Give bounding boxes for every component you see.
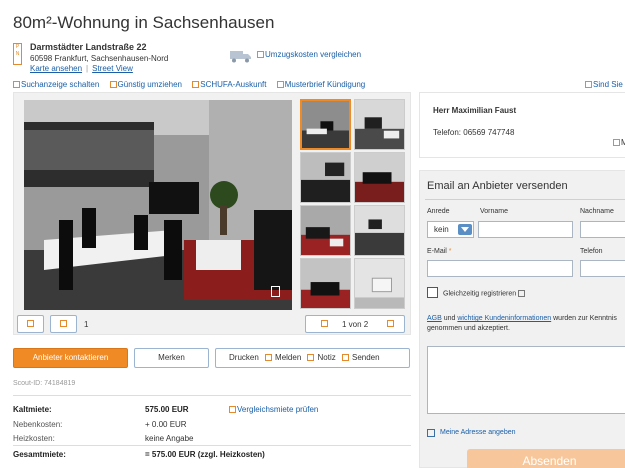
divider: [13, 395, 411, 396]
gallery-prev-button[interactable]: [17, 315, 44, 333]
anrede-select[interactable]: kein: [427, 221, 474, 238]
prev-icon: [27, 320, 34, 327]
main-photo[interactable]: [24, 100, 292, 310]
chevron-down-icon: [458, 224, 472, 235]
pager-prev-icon[interactable]: [321, 320, 328, 327]
agb-text: AGB und wichtige Kundeninformationen wur…: [427, 315, 617, 332]
checkbox-icon: [585, 81, 592, 89]
checkbox-icon: [276, 81, 284, 89]
nebenkosten-value: + 0.00 EUR: [145, 420, 187, 429]
gallery-count: 1: [84, 320, 89, 329]
page-title: 80m²-Wohnung in Sachsenhausen: [13, 13, 275, 32]
checkbox-icon: [341, 354, 349, 362]
address-city: 60598 Frankfurt, Sachsenhausen-Nord: [30, 54, 169, 63]
telefon-label: Telefon: [580, 248, 603, 255]
gallery-next-button[interactable]: [50, 315, 77, 333]
pager-label: 1 von 2: [342, 320, 369, 329]
checkbox-icon: [192, 81, 200, 89]
action-suchanzeige[interactable]: Suchanzeige schalten: [13, 80, 99, 89]
gallery-pager[interactable]: 1 von 2: [305, 315, 405, 333]
address-checkbox-label[interactable]: Meine Adresse angeben: [440, 429, 516, 436]
action-schufa[interactable]: SCHUFA-Auskunft: [192, 80, 266, 89]
agb-link[interactable]: AGB: [427, 315, 442, 322]
more-link[interactable]: M: [613, 138, 625, 147]
message-textarea[interactable]: [427, 346, 625, 414]
action-musterbrief[interactable]: Musterbrief Kündigung: [276, 80, 365, 89]
checkbox-icon: [613, 139, 620, 147]
compare-rent-link[interactable]: Vergleichsmiete prüfen: [229, 405, 318, 414]
register-label: Gleichzeitig registrieren: [443, 290, 526, 297]
submit-button[interactable]: Absenden: [467, 449, 625, 468]
pager-next-icon[interactable]: [387, 320, 394, 327]
nebenkosten-label: Nebenkosten:: [13, 420, 63, 429]
contact-provider-button[interactable]: Anbieter kontaktieren: [13, 348, 128, 368]
address-street: Darmstädter Landstraße 22: [30, 42, 147, 52]
thumbnail-7[interactable]: [300, 258, 351, 309]
info-icon[interactable]: [518, 290, 526, 297]
nachname-input[interactable]: [580, 221, 625, 238]
checkbox-icon: [264, 354, 272, 362]
report-button[interactable]: Melden: [275, 353, 301, 362]
thumbnail-4[interactable]: [354, 152, 405, 203]
address-links: Karte ansehen | Street View: [30, 64, 133, 73]
tool-button-group: Drucken Melden Notiz Senden: [215, 348, 410, 368]
checkbox-icon: [109, 81, 117, 89]
thumbnail-6[interactable]: [354, 205, 405, 256]
form-title: Email an Anbieter versenden: [427, 180, 568, 192]
kundeninfo-link[interactable]: wichtige Kundeninformationen: [457, 315, 551, 322]
vorname-label: Vorname: [480, 208, 509, 215]
kaltmiete-value: 575.00 EUR: [145, 405, 189, 414]
map-link[interactable]: Karte ansehen: [30, 64, 82, 73]
checkbox-icon: [257, 51, 264, 59]
save-listing-button[interactable]: Merken: [134, 348, 209, 368]
moving-cost-link[interactable]: Umzugskosten vergleichen: [257, 50, 361, 59]
action-links: Suchanzeige schalten Günstig umziehen SC…: [13, 80, 373, 89]
contact-card: [419, 92, 625, 158]
thumbnail-2[interactable]: [354, 99, 405, 150]
sie-sind-link[interactable]: Sind Sie: [585, 80, 623, 89]
send-button[interactable]: Senden: [352, 353, 380, 362]
thumbnail-5[interactable]: [300, 205, 351, 256]
print-button[interactable]: Drucken: [229, 353, 259, 362]
divider: [425, 199, 625, 200]
kaltmiete-label: Kaltmiete:: [13, 405, 52, 414]
telefon-input[interactable]: [580, 260, 625, 277]
scout-id: Scout-ID: 74184819: [13, 380, 76, 387]
heizkosten-label: Heizkosten:: [13, 434, 55, 443]
next-icon: [60, 320, 67, 327]
email-label: E-Mail *: [427, 248, 452, 255]
thumbnail-1[interactable]: [300, 99, 351, 150]
email-input[interactable]: [427, 260, 573, 277]
map-pin-icon: PN: [13, 43, 22, 65]
checkbox-icon: [307, 354, 315, 362]
action-umziehen[interactable]: Günstig umziehen: [109, 80, 182, 89]
anrede-label: Anrede: [427, 208, 450, 215]
gesamtmiete-label: Gesamtmiete:: [13, 450, 66, 459]
address-checkbox[interactable]: [427, 429, 435, 437]
anrede-value: kein: [434, 225, 449, 234]
note-button[interactable]: Notiz: [318, 353, 336, 362]
nachname-label: Nachname: [580, 208, 614, 215]
vorname-input[interactable]: [478, 221, 573, 238]
checkbox-icon: [13, 81, 20, 89]
register-checkbox[interactable]: [427, 287, 438, 298]
fullscreen-icon[interactable]: [271, 286, 280, 297]
checkbox-icon: [229, 406, 236, 414]
thumbnail-8[interactable]: [354, 258, 405, 309]
gesamtmiete-value: = 575.00 EUR (zzgl. Heizkosten): [145, 450, 265, 459]
moving-truck-icon: [230, 51, 251, 63]
divider: [13, 445, 411, 446]
heizkosten-value: keine Angabe: [145, 434, 194, 443]
agent-name: Herr Maximilian Faust: [433, 106, 517, 115]
thumbnail-3[interactable]: [300, 152, 351, 203]
agent-phone: Telefon: 06569 747748: [433, 128, 515, 137]
street-view-link[interactable]: Street View: [92, 64, 133, 73]
